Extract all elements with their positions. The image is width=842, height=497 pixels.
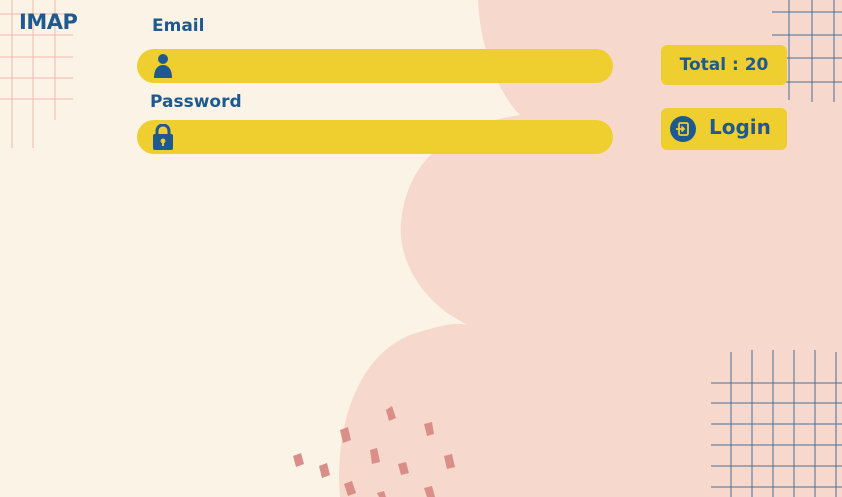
login-label: Login bbox=[709, 115, 771, 139]
email-label: Email bbox=[152, 16, 205, 36]
email-field[interactable] bbox=[137, 49, 613, 85]
password-field[interactable] bbox=[137, 120, 613, 156]
password-input[interactable] bbox=[187, 120, 601, 156]
login-button[interactable]: Login bbox=[661, 108, 787, 150]
email-input[interactable] bbox=[187, 49, 601, 85]
sign-in-icon bbox=[670, 116, 696, 142]
password-label: Password bbox=[150, 92, 242, 112]
user-icon bbox=[154, 54, 172, 78]
total-count-badge: Total : 20 bbox=[661, 45, 787, 85]
lock-icon bbox=[153, 124, 173, 150]
app-title: IMAP bbox=[19, 10, 78, 34]
